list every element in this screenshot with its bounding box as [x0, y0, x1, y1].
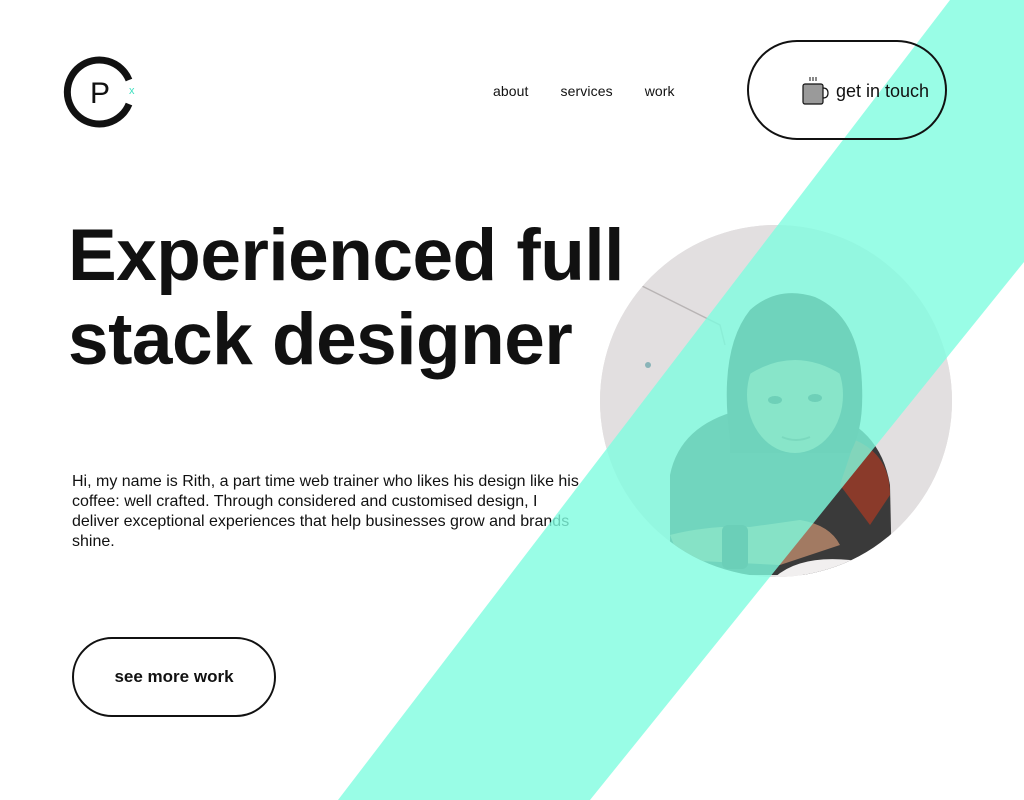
portrait-photo — [600, 225, 952, 577]
nav-item-about[interactable]: about — [493, 83, 529, 99]
person-portrait-image — [600, 225, 952, 577]
nav-item-work[interactable]: work — [645, 83, 675, 99]
logo-icon: P x — [63, 56, 135, 128]
logo-letter: P — [90, 77, 110, 110]
get-in-touch-label: get in touch — [836, 81, 930, 101]
get-in-touch-button[interactable]: get in touch — [747, 40, 947, 140]
title-line-2: stack designer — [68, 299, 573, 380]
logo-mark: x — [129, 85, 135, 97]
logo[interactable]: P x — [63, 55, 137, 129]
nav-item-services[interactable]: services — [561, 83, 613, 99]
see-more-work-button[interactable]: see more work — [72, 637, 276, 717]
intro-paragraph: Hi, my name is Rith, a part time web tra… — [72, 473, 579, 550]
page-title: Experienced full stack designer — [68, 214, 628, 382]
landing-page: P x about services work get in touch Exp… — [0, 0, 1024, 800]
title-line-1: Experienced full — [68, 215, 624, 296]
main-nav: about services work — [493, 83, 675, 99]
coffee-mug-icon — [802, 77, 829, 105]
